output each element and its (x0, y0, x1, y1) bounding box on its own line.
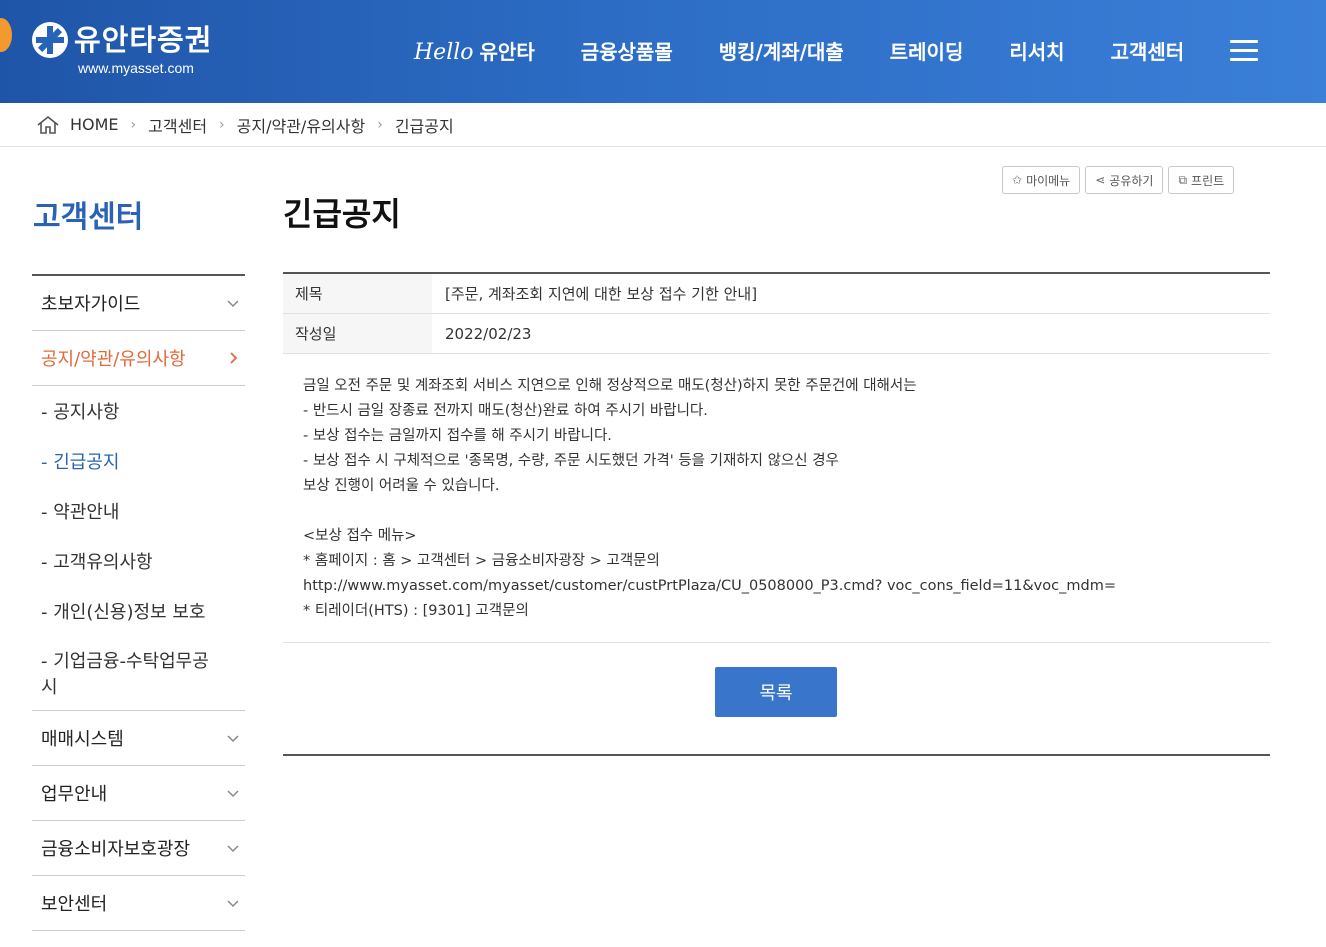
gnb-research[interactable]: 리서치 (1009, 36, 1064, 65)
chevron-right-icon: › (377, 116, 383, 133)
tool-label: 마이메뉴 (1026, 173, 1071, 188)
sidebar-subitem-terms[interactable]: - 약관안내 (32, 488, 245, 538)
gnb-label: 유안타 (479, 40, 535, 64)
sidebar-title: 고객센터 (33, 200, 144, 235)
sidebar-item-business-guide[interactable]: 업무안내 (32, 766, 245, 821)
date-label: 작성일 (283, 314, 432, 353)
sidebar-subitem-cautions[interactable]: - 고객유의사항 (32, 538, 245, 588)
logo-url: www.myasset.com (78, 60, 194, 76)
sidebar-nav: 초보자가이드 공지/약관/유의사항 - 공지사항 - 긴급공지 - 약관안내 -… (32, 274, 245, 931)
page-tools: ✩ 마이메뉴 ⋖ 공유하기 ⧉ 프린트 (1002, 166, 1239, 194)
chevron-right-icon: › (130, 116, 137, 133)
sidebar-item-security-center[interactable]: 보안센터 (32, 876, 245, 931)
sidebar-item-label: 보안센터 (41, 894, 108, 915)
top-header: 유안타증권 www.myasset.com Hello 유안타 금융상품몰 뱅킹/… (0, 0, 1326, 103)
gnb-hello-label: Hello (414, 40, 474, 65)
logo-text: 유안타증권 (74, 23, 213, 57)
sidebar-submenu: - 공지사항 - 긴급공지 - 약관안내 - 고객유의사항 - 개인(신용)정보… (32, 386, 245, 711)
sidebar-item-label: 금융소비자보호광장 (41, 839, 191, 860)
sidebar-item-label: 공지/약관/유의사항 (41, 349, 186, 370)
subject-label: 제목 (283, 274, 432, 313)
gnb-banking[interactable]: 뱅킹/계좌/대출 (719, 36, 844, 65)
sidebar-subitem-emergency-notice[interactable]: - 긴급공지 (32, 438, 245, 488)
sidebar-item-label: 초보자가이드 (41, 294, 141, 315)
sidebar-subitem-label: - 기업금융-수탁업무공시 (41, 651, 209, 698)
decorative-dot (0, 18, 12, 52)
breadcrumb-customer-center[interactable]: 고객센터 (148, 113, 207, 137)
breadcrumb-home[interactable]: HOME (70, 115, 119, 134)
chevron-right-icon: › (219, 116, 225, 133)
chevron-down-icon (227, 897, 239, 909)
tool-label: 공유하기 (1109, 173, 1154, 188)
my-menu-button[interactable]: ✩ 마이메뉴 (1002, 166, 1081, 194)
gnb-customer-center[interactable]: 고객센터 (1111, 36, 1185, 65)
date-value: 2022/02/23 (445, 324, 532, 343)
sidebar-subitem-notice[interactable]: - 공지사항 (32, 388, 245, 438)
list-button[interactable]: 목록 (715, 667, 837, 717)
page-title: 긴급공지 (283, 195, 401, 233)
sidebar-item-label: 업무안내 (41, 784, 108, 805)
global-nav: Hello 유안타 금융상품몰 뱅킹/계좌/대출 트레이딩 리서치 고객센터 (414, 36, 1230, 65)
hamburger-menu-icon[interactable] (1230, 40, 1258, 62)
subject-row: 제목 [주문, 계좌조회 지연에 대한 보상 접수 기한 안내] (283, 274, 1270, 314)
gnb-financial-products[interactable]: 금융상품몰 (581, 36, 673, 65)
chevron-down-icon (227, 787, 239, 799)
chevron-right-icon (227, 352, 239, 364)
sidebar-subitem-corporate-disclosure[interactable]: - 기업금융-수탁업무공시 (32, 638, 245, 700)
chevron-down-icon (227, 732, 239, 744)
notice-board: 제목 [주문, 계좌조회 지연에 대한 보상 접수 기한 안내] 작성일 202… (283, 272, 1270, 643)
gnb-hello-yuanta[interactable]: Hello 유안타 (414, 36, 535, 65)
sidebar-item-label: 매매시스템 (41, 729, 124, 750)
logo[interactable]: 유안타증권 (32, 22, 212, 58)
logo-mark-icon (32, 22, 68, 58)
tool-label: 프린트 (1191, 173, 1225, 188)
chevron-down-icon (227, 842, 239, 854)
breadcrumb-notice-terms[interactable]: 공지/약관/유의사항 (237, 113, 366, 137)
sidebar-item-consumer-protection[interactable]: 금융소비자보호광장 (32, 821, 245, 876)
sidebar-item-trading-system[interactable]: 매매시스템 (32, 711, 245, 766)
share-icon: ⋖ (1095, 173, 1106, 187)
star-icon: ✩ (1012, 173, 1023, 187)
copy-icon: ⧉ (1178, 172, 1188, 187)
chevron-down-icon (227, 297, 239, 309)
print-button[interactable]: ⧉ 프린트 (1168, 166, 1235, 194)
sidebar-item-beginner-guide[interactable]: 초보자가이드 (32, 276, 245, 331)
share-button[interactable]: ⋖ 공유하기 (1085, 166, 1164, 194)
subject-value: [주문, 계좌조회 지연에 대한 보상 접수 기한 안내] (445, 285, 758, 303)
breadcrumb-emergency-notice[interactable]: 긴급공지 (395, 113, 454, 137)
sidebar-item-notice-terms[interactable]: 공지/약관/유의사항 (32, 331, 245, 386)
divider (283, 754, 1270, 756)
breadcrumb: HOME › 고객센터 › 공지/약관/유의사항 › 긴급공지 (0, 103, 1326, 147)
notice-body: 금일 오전 주문 및 계좌조회 서비스 지연으로 인해 정상적으로 매도(청산)… (283, 354, 1270, 643)
sidebar-subitem-privacy[interactable]: - 개인(신용)정보 보호 (32, 588, 245, 638)
date-row: 작성일 2022/02/23 (283, 314, 1270, 354)
gnb-trading[interactable]: 트레이딩 (890, 36, 964, 65)
home-icon[interactable] (36, 115, 60, 135)
